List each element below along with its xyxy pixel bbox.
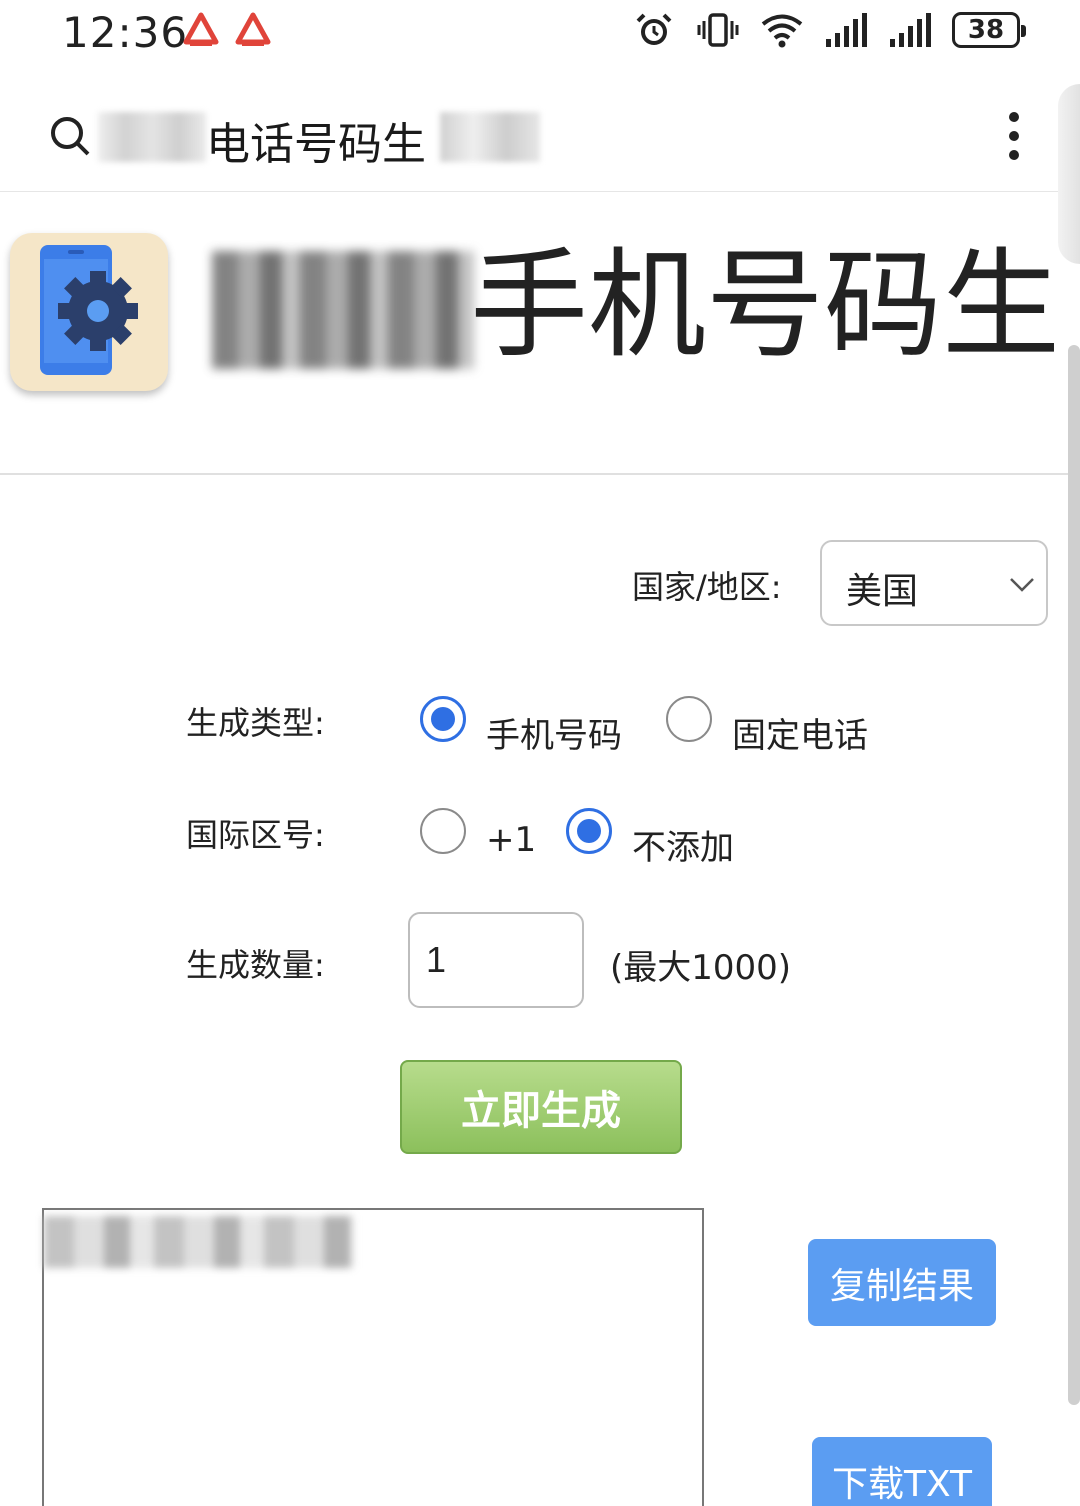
country-select[interactable]: 美国 — [820, 540, 1048, 626]
blurred-text — [440, 112, 540, 162]
status-bar: 12:36 38 — [0, 0, 1080, 66]
radio-landline-label[interactable]: 固定电话 — [732, 708, 868, 757]
type-label: 生成类型: — [186, 704, 325, 742]
qty-label: 生成数量: — [186, 946, 325, 984]
qty-max-note: (最大1000) — [610, 948, 792, 988]
app-notification-icon — [183, 12, 219, 46]
generate-button[interactable]: 立即生成 — [400, 1060, 682, 1154]
blurred-text — [212, 251, 474, 369]
page-title: 手机号码生 — [470, 236, 1061, 374]
radio-landline[interactable] — [666, 696, 712, 742]
country-value: 美国 — [846, 571, 919, 612]
quantity-input[interactable]: 1 — [408, 912, 584, 1008]
address-bar-title[interactable]: 电话号码生 — [206, 108, 426, 172]
wifi-icon — [761, 14, 803, 48]
battery-indicator: 38 — [952, 12, 1026, 48]
site-logo — [10, 233, 168, 391]
radio-mobile[interactable] — [420, 696, 466, 742]
code-label: 国际区号: — [186, 816, 325, 854]
alarm-icon — [636, 13, 672, 45]
browser-toolbar: 电话号码生 — [0, 70, 1080, 264]
app-notification-icon — [235, 12, 271, 46]
status-time: 12:36 — [62, 8, 189, 57]
signal-icon — [826, 13, 867, 47]
signal-icon — [890, 13, 931, 47]
radio-code-none[interactable] — [566, 808, 612, 854]
country-label: 国家/地区: — [632, 568, 782, 606]
page-header: 手机号码生 — [0, 193, 1080, 475]
radio-code-plus1[interactable] — [420, 808, 466, 854]
more-options-icon[interactable] — [1000, 106, 1028, 166]
search-icon[interactable] — [48, 114, 92, 158]
phone-settings-icon — [40, 245, 138, 375]
radio-code-none-label[interactable]: 不添加 — [632, 820, 734, 869]
download-txt-button[interactable]: 下载TXT — [812, 1437, 992, 1506]
result-textarea[interactable] — [42, 1208, 704, 1506]
chevron-down-icon — [1010, 578, 1034, 592]
blurred-text — [98, 112, 206, 162]
vibrate-icon — [697, 13, 739, 47]
blurred-text — [44, 1216, 354, 1268]
scrollbar[interactable] — [1068, 345, 1080, 1405]
radio-mobile-label[interactable]: 手机号码 — [486, 708, 622, 757]
radio-code-plus1-label[interactable]: +1 — [486, 820, 536, 860]
copy-result-button[interactable]: 复制结果 — [808, 1239, 996, 1326]
